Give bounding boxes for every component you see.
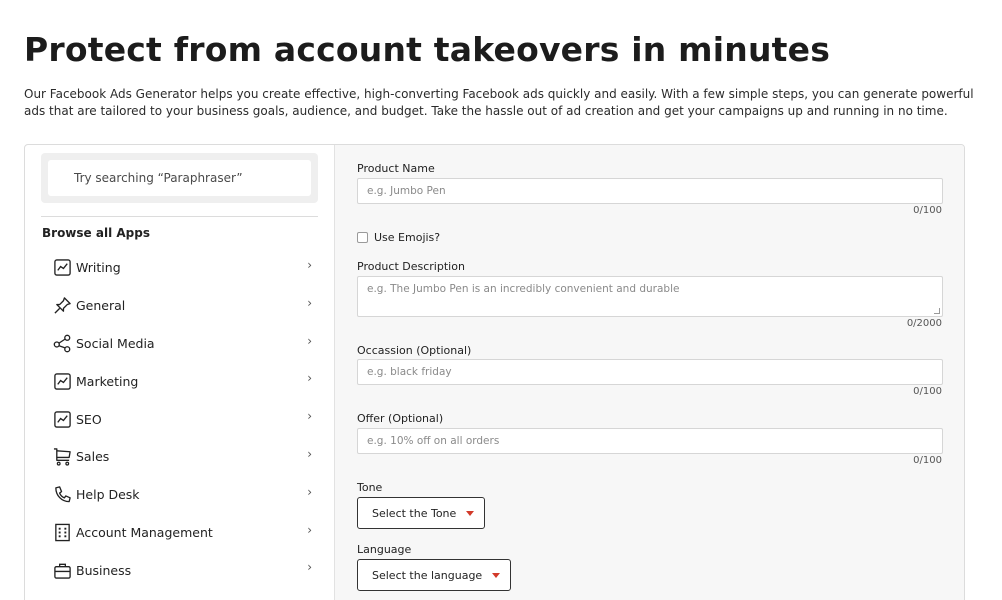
sidebar-item-label: Marketing [76, 373, 139, 389]
product-name-input[interactable]: e.g. Jumbo Pen [357, 178, 943, 204]
ad-generator-form: Product Name e.g. Jumbo Pen 0/100 Use Em… [335, 145, 964, 600]
chart-line-icon [52, 371, 72, 391]
chevron-right-icon: › [307, 522, 312, 537]
caret-down-icon [492, 572, 501, 578]
browse-all-apps-heading: Browse all Apps [42, 226, 150, 240]
search-input[interactable]: Try searching “Paraphraser” [48, 160, 311, 196]
chevron-right-icon: › [307, 295, 312, 310]
chart-line-icon [52, 409, 72, 429]
chevron-right-icon: › [307, 333, 312, 348]
chevron-right-icon: › [307, 560, 312, 575]
sidebar-item-label: SEO [76, 411, 102, 427]
use-emojis-label: Use Emojis? [374, 231, 441, 244]
sidebar-item-label: Sales [76, 449, 110, 465]
sidebar-item-label: Writing [76, 260, 121, 276]
chart-line-icon [52, 258, 72, 278]
sidebar-item-label: Help Desk [76, 487, 140, 503]
sidebar-item-marketing[interactable]: Marketing › [41, 362, 318, 400]
sidebar-item-label: Business [76, 562, 132, 578]
use-emojis-row: Use Emojis? [357, 231, 440, 244]
chevron-right-icon: › [307, 484, 312, 499]
sidebar-item-writing[interactable]: Writing › [41, 249, 318, 287]
product-description-label: Product Description [357, 260, 465, 273]
offer-counter: 0/100 [913, 455, 942, 466]
page-title: Protect from account takeovers in minute… [24, 30, 831, 69]
sidebar-divider [41, 216, 318, 217]
product-description-textarea[interactable]: e.g. The Jumbo Pen is an incredibly conv… [357, 276, 943, 317]
tone-select-value: Select the Tone [372, 506, 457, 520]
phone-icon [52, 485, 72, 505]
product-name-counter: 0/100 [913, 205, 942, 216]
pin-icon [52, 296, 72, 316]
product-name-label: Product Name [357, 162, 435, 175]
cart-icon [52, 447, 72, 467]
sidebar-item-sales[interactable]: Sales › [41, 438, 318, 476]
offer-label: Offer (Optional) [357, 412, 444, 425]
use-emojis-checkbox[interactable] [357, 232, 368, 243]
language-label: Language [357, 543, 412, 556]
offer-input[interactable]: e.g. 10% off on all orders [357, 428, 943, 454]
briefcase-icon [52, 560, 72, 580]
product-description-placeholder: e.g. The Jumbo Pen is an incredibly conv… [367, 283, 680, 295]
tone-label: Tone [357, 481, 383, 494]
chevron-right-icon: › [307, 371, 312, 386]
occasion-counter: 0/100 [913, 386, 942, 397]
share-icon [52, 333, 72, 353]
sidebar-item-business[interactable]: Business › [41, 551, 318, 589]
language-select[interactable]: Select the language [357, 559, 512, 591]
app-category-list: Writing › General › Social Media › Marke… [41, 249, 318, 589]
chevron-right-icon: › [307, 446, 312, 461]
sidebar-item-label: General [76, 298, 126, 314]
page-description: Our Facebook Ads Generator helps you cre… [24, 87, 974, 118]
sidebar-item-general[interactable]: General › [41, 287, 318, 325]
sidebar: Try searching “Paraphraser” Browse all A… [25, 145, 335, 600]
sidebar-item-seo[interactable]: SEO › [41, 400, 318, 438]
occasion-label: Occassion (Optional) [357, 344, 472, 357]
sidebar-item-label: Social Media [76, 335, 155, 351]
building-icon [52, 522, 72, 542]
tone-select[interactable]: Select the Tone [357, 497, 486, 529]
sidebar-item-account-management[interactable]: Account Management › [41, 514, 318, 552]
language-select-value: Select the language [372, 568, 483, 582]
caret-down-icon [466, 510, 475, 516]
chevron-right-icon: › [307, 258, 312, 272]
product-description-counter: 0/2000 [906, 318, 942, 329]
chevron-right-icon: › [307, 409, 312, 424]
sidebar-item-social-media[interactable]: Social Media › [41, 325, 318, 363]
resize-handle-icon[interactable] [934, 308, 940, 314]
occasion-input[interactable]: e.g. black friday [357, 359, 943, 385]
search-wrapper: Try searching “Paraphraser” [41, 153, 318, 203]
sidebar-item-help-desk[interactable]: Help Desk › [41, 476, 318, 514]
sidebar-item-label: Account Management [76, 524, 213, 540]
app-panel: Try searching “Paraphraser” Browse all A… [24, 144, 965, 600]
